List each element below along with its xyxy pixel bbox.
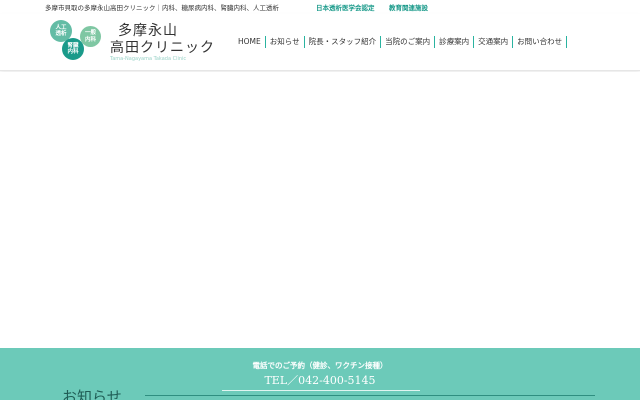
hero-area	[0, 72, 640, 348]
logo-roman-name: Tama-Nagayama Takada Clinic	[110, 56, 187, 62]
nav-item-contact[interactable]: お問い合わせ	[513, 36, 568, 48]
certification-badge: 日本透析医学会認定	[316, 4, 375, 12]
nav-item-staff[interactable]: 院長・スタッフ紹介	[305, 36, 382, 48]
phone-underline	[222, 390, 420, 391]
nav-item-home[interactable]: HOME	[236, 36, 266, 48]
nav-item-news[interactable]: お知らせ	[266, 36, 305, 48]
nav-item-medical[interactable]: 診療案内	[435, 36, 475, 48]
nav-item-access[interactable]: 交通案内	[474, 36, 514, 48]
top-info-bar: 多摩市貝取の多摩永山高田クリニック｜内科、糖尿病内科、腎臓内科、人工透析 日本透…	[0, 0, 640, 14]
site-description: 多摩市貝取の多摩永山高田クリニック｜内科、糖尿病内科、腎臓内科、人工透析	[45, 4, 279, 12]
main-nav: HOME お知らせ 院長・スタッフ紹介 当院のご案内 診療案内 交通案内 お問い…	[236, 36, 568, 48]
nav-item-guide[interactable]: 当院のご案内	[381, 36, 436, 48]
logo-name-line2: 高田クリニック	[110, 40, 215, 56]
nephrology-circle-icon: 腎臓 内科	[62, 38, 84, 60]
reservation-note: 電話でのご予約（健診、ワクチン接種）	[252, 361, 388, 370]
news-title-divider	[145, 395, 595, 396]
news-section-title: お知らせ	[62, 388, 122, 400]
site-header: 人工 透析 一般 内科 腎臓 内科 多摩永山 高田クリニック Tama-Naga…	[0, 14, 640, 71]
clinic-logo[interactable]: 人工 透析 一般 内科 腎臓 内科 多摩永山 高田クリニック Tama-Naga…	[48, 18, 214, 68]
education-badge: 教育関連施設	[389, 4, 428, 12]
